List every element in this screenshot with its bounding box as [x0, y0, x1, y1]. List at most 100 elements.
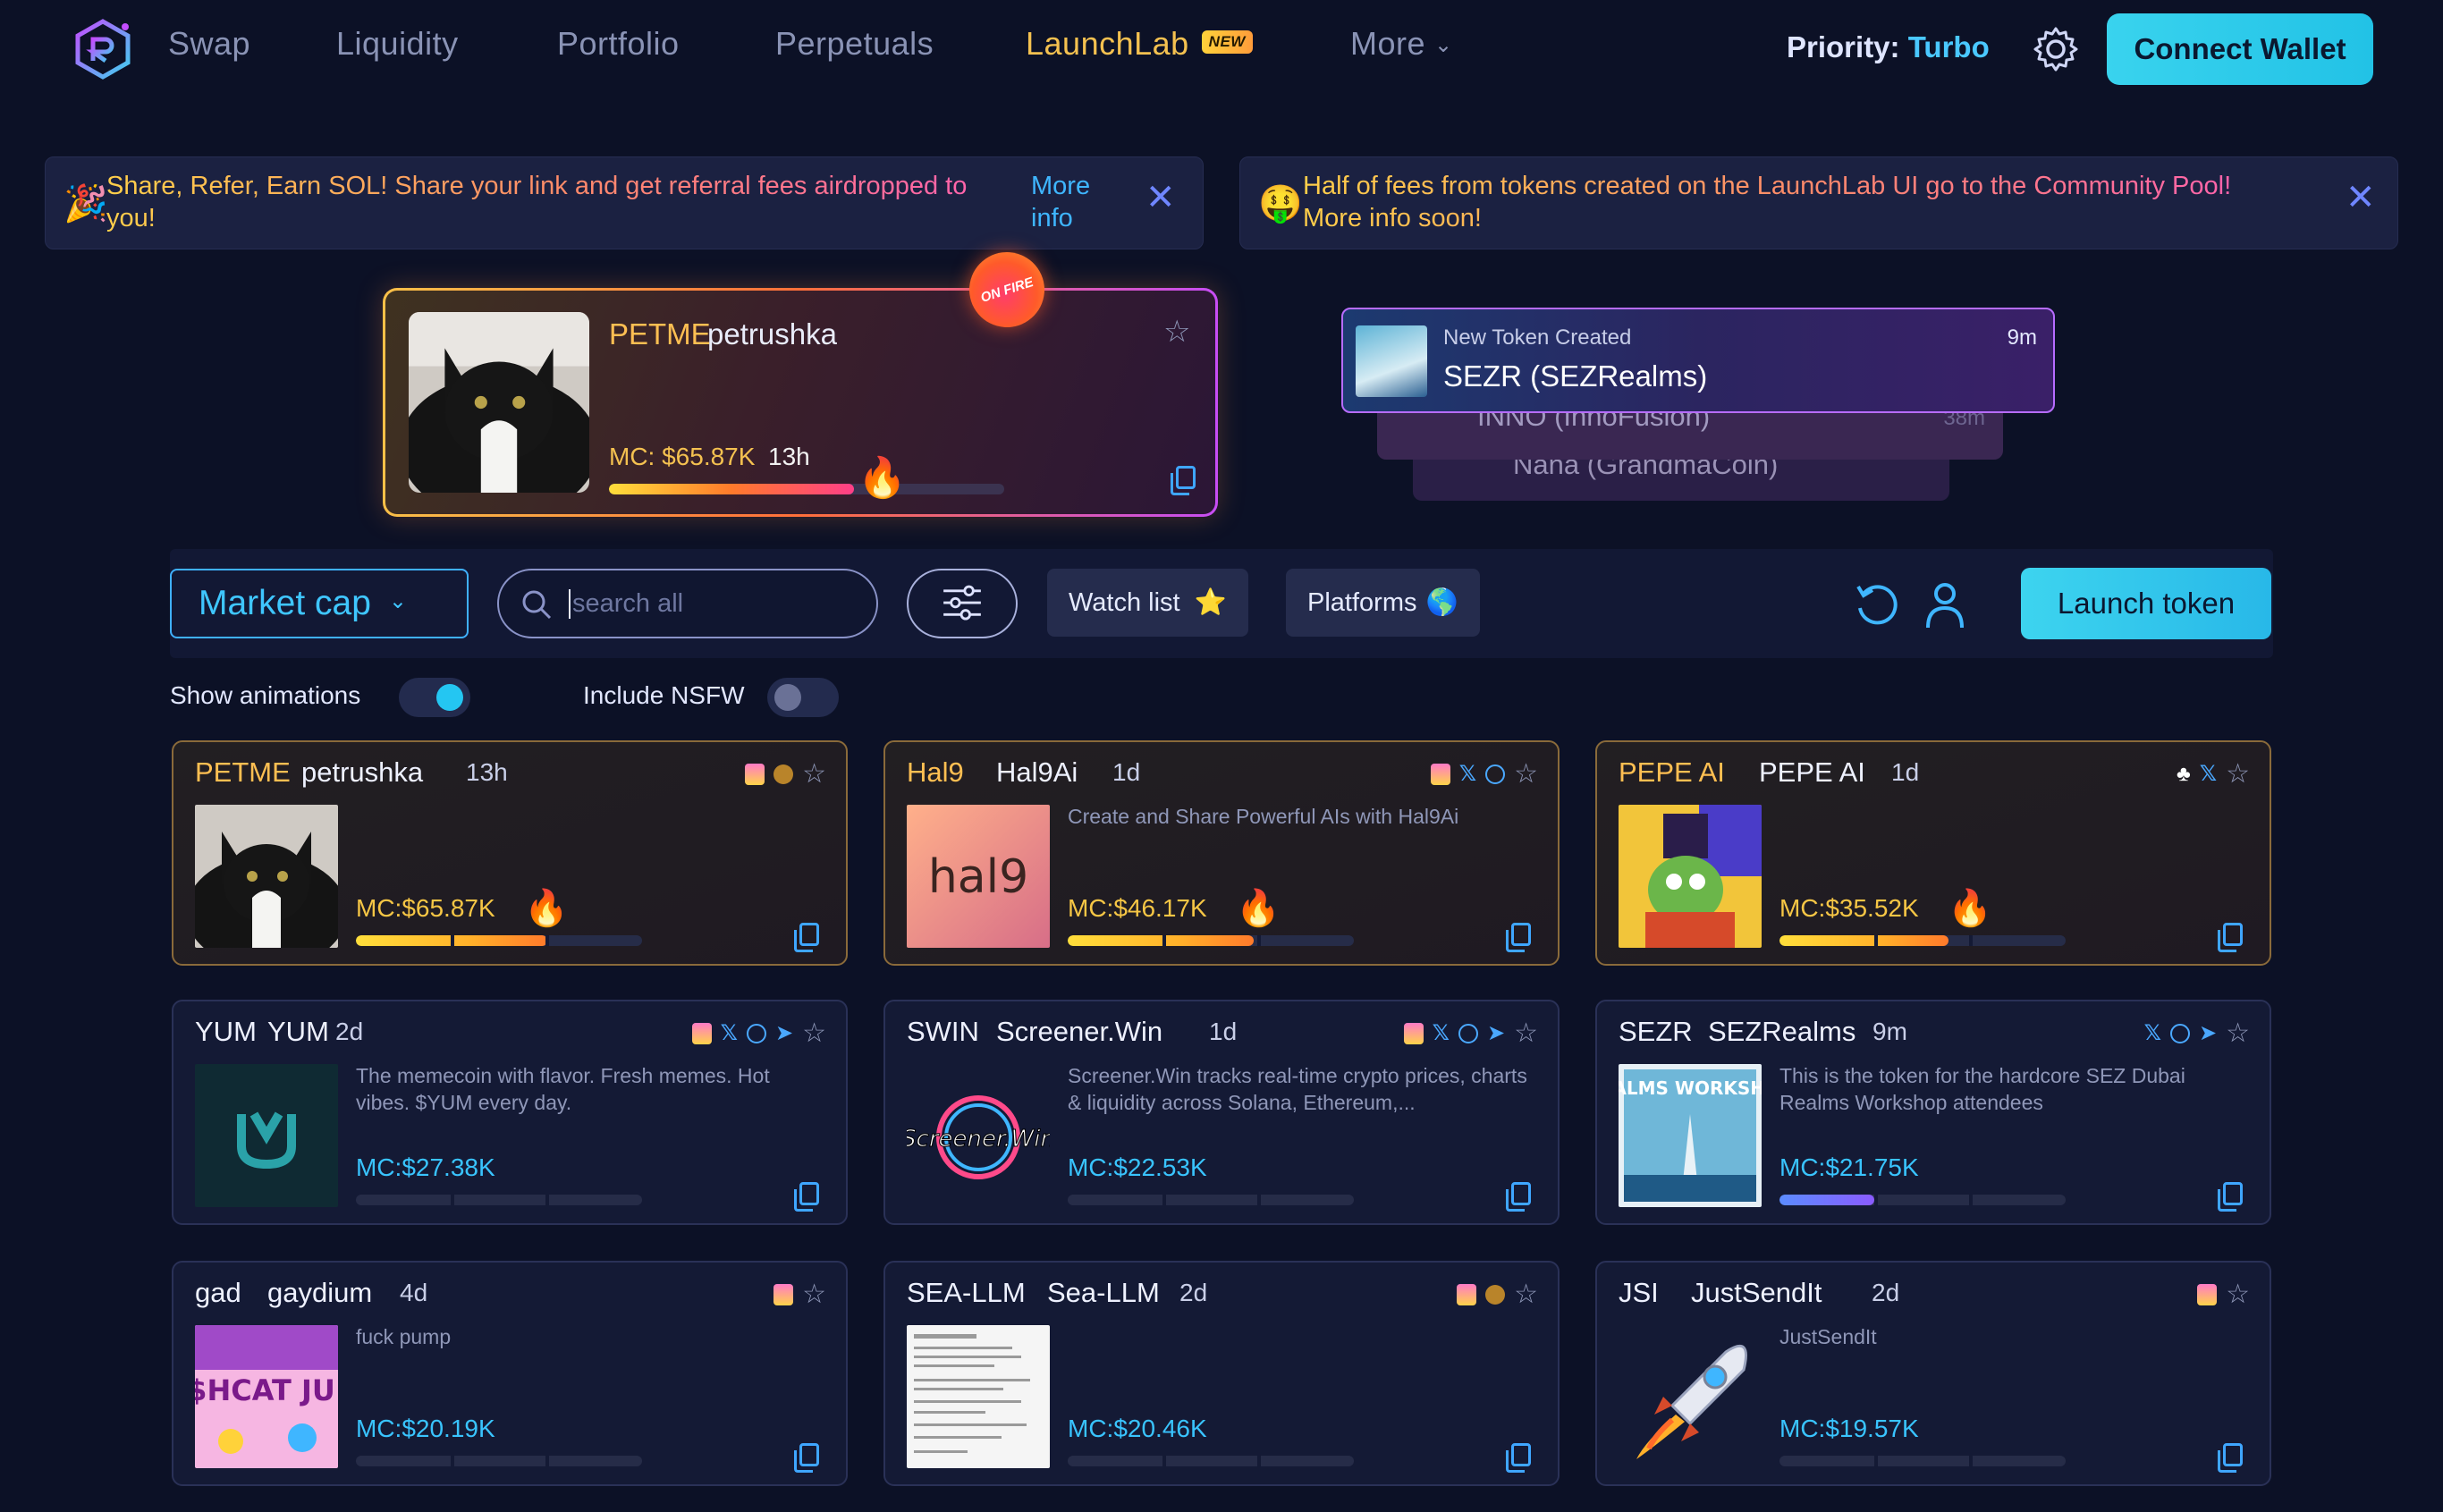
social-links: ☆	[773, 1279, 826, 1310]
pump-icon[interactable]	[1457, 1283, 1477, 1305]
card-name: JustSendIt	[1691, 1277, 1822, 1308]
community-banner-line1: Half of fees from tokens created on the …	[1303, 172, 2232, 200]
launch-token-button[interactable]: Launch token	[2021, 568, 2271, 639]
copy-icon[interactable]	[1171, 466, 1196, 495]
website-icon[interactable]	[1458, 1023, 1478, 1043]
copy-icon[interactable]	[2218, 1182, 2243, 1212]
close-icon[interactable]: ✕	[2346, 177, 2376, 218]
star-icon[interactable]: ☆	[1514, 1018, 1538, 1049]
star-icon[interactable]: ☆	[2226, 1018, 2250, 1049]
close-icon[interactable]: ✕	[1145, 177, 1176, 218]
show-animations-label: Show animations	[170, 681, 361, 709]
copy-icon[interactable]	[1506, 1182, 1531, 1212]
search-input[interactable]: search all	[497, 569, 878, 638]
connect-wallet-button[interactable]: Connect Wallet	[2107, 13, 2373, 85]
copy-icon[interactable]	[2218, 1443, 2243, 1473]
priority-selector[interactable]: Priority: Turbo	[1787, 30, 1990, 64]
pump-icon[interactable]	[773, 1283, 794, 1305]
website-icon[interactable]	[746, 1023, 766, 1043]
card-ticker: PETME	[195, 756, 291, 788]
star-icon[interactable]: ☆	[1514, 758, 1538, 790]
x-twitter-icon[interactable]: 𝕏	[721, 1020, 738, 1046]
flame-icon: 🔥	[1236, 889, 1281, 928]
token-image	[409, 312, 589, 493]
token-card[interactable]: PETME petrushka 13h ☆ MC:$65.87K 🔥	[172, 740, 848, 966]
gear-icon[interactable]	[2032, 25, 2080, 73]
star-icon[interactable]: ☆	[802, 1018, 826, 1049]
star-icon[interactable]: ☆	[1514, 1279, 1538, 1310]
user-icon[interactable]	[1923, 578, 1967, 631]
token-card[interactable]: Hal9 Hal9Ai 1d 𝕏 ☆ hal9 Create and Share …	[883, 740, 1560, 966]
filter-button[interactable]	[907, 569, 1018, 638]
feed-current-name: SEZR (SEZRealms)	[1443, 359, 1708, 393]
card-name: petrushka	[301, 756, 424, 788]
star-icon[interactable]: ☆	[1163, 314, 1190, 350]
pump-icon[interactable]	[2197, 1283, 2218, 1305]
token-card[interactable]: SEZR SEZRealms 9m 𝕏 ➤ ☆ REALMS WORKSHOP Th…	[1595, 1000, 2271, 1225]
token-card[interactable]: JSI JustSendIt 2d ☆ JustSendIt MC:$19.57…	[1595, 1261, 2271, 1486]
x-twitter-icon[interactable]: 𝕏	[1459, 761, 1476, 787]
copy-icon[interactable]	[1506, 1443, 1531, 1473]
token-card[interactable]: gad gaydium 4d ☆ $HCAT JU fuck pump MC:$…	[172, 1261, 848, 1486]
pump-icon[interactable]	[691, 1022, 712, 1044]
copy-icon[interactable]	[2218, 923, 2243, 952]
bar-separator	[1257, 935, 1261, 946]
include-nsfw-toggle[interactable]	[767, 678, 839, 717]
gad-image-text: $HCAT JU	[195, 1373, 335, 1407]
nav-portfolio[interactable]: Portfolio	[557, 25, 680, 63]
referral-banner-line1: Share, Refer, Earn SOL! Share your link …	[106, 172, 968, 200]
copy-icon[interactable]	[1506, 923, 1531, 952]
copy-icon[interactable]	[794, 1443, 819, 1473]
nav-perpetuals[interactable]: Perpetuals	[775, 25, 934, 63]
feed-current-age: 9m	[2007, 325, 2037, 350]
nav-more[interactable]: More ⌄	[1350, 25, 1453, 63]
token-card[interactable]: SWIN Screener.Win 1d 𝕏 ➤ ☆ Screener.Win Sc…	[883, 1000, 1560, 1225]
new-token-created-card[interactable]: New Token Created SEZR (SEZRealms) 9m	[1341, 308, 2055, 413]
star-icon[interactable]: ☆	[802, 1279, 826, 1310]
show-animations-toggle[interactable]	[399, 678, 470, 717]
raydium-logo-icon[interactable]	[72, 18, 134, 80]
pump-icon[interactable]	[1430, 763, 1450, 785]
coin-icon[interactable]	[1485, 1284, 1506, 1305]
telegram-icon[interactable]: ➤	[2199, 1020, 2217, 1046]
star-icon[interactable]: ☆	[2226, 758, 2250, 790]
clover-icon[interactable]: ♣	[2177, 762, 2191, 787]
card-age: 4d	[400, 1279, 428, 1306]
token-card[interactable]: YUM YUM 2d 𝕏 ➤ ☆ The memecoin with flavor.…	[172, 1000, 848, 1225]
x-twitter-icon[interactable]: 𝕏	[2200, 761, 2217, 787]
star-icon[interactable]: ☆	[2226, 1279, 2250, 1310]
card-name: gaydium	[267, 1277, 373, 1308]
nav-launchlab[interactable]: LaunchLab NEW	[1026, 25, 1253, 63]
bonding-progress-fill	[1779, 935, 1948, 946]
nav-liquidity[interactable]: Liquidity	[336, 25, 459, 63]
card-description: The memecoin with flavor. Fresh memes. H…	[356, 1064, 770, 1114]
sort-select[interactable]: Market cap ⌄	[170, 569, 469, 638]
card-market-cap: MC:$22.53K	[1068, 1153, 1207, 1181]
featured-token-card[interactable]: PETME petrushka ☆ MC: $65.87K 13h 🔥	[383, 288, 1218, 517]
more-info-link[interactable]: More info	[1031, 170, 1103, 234]
card-ticker: SEZR	[1619, 1016, 1693, 1047]
website-icon[interactable]	[1485, 764, 1506, 784]
token-card[interactable]: PEPE AI PEPE AI 1d ♣ 𝕏 ☆ MC:$35.52K 🔥	[1595, 740, 2271, 966]
watchlist-button[interactable]: Watch list ⭐	[1047, 569, 1248, 637]
card-ticker: JSI	[1619, 1277, 1659, 1308]
pump-icon[interactable]	[745, 763, 765, 785]
pump-icon[interactable]	[1403, 1022, 1424, 1044]
nav-swap[interactable]: Swap	[168, 25, 250, 63]
telegram-icon[interactable]: ➤	[775, 1020, 793, 1046]
copy-icon[interactable]	[794, 923, 819, 952]
card-age: 1d	[1209, 1018, 1238, 1045]
platforms-button[interactable]: Platforms 🌎	[1286, 569, 1480, 637]
star-icon[interactable]: ☆	[802, 758, 826, 790]
token-card[interactable]: SEA-LLM Sea-LLM 2d ☆ MC:$20.46K	[883, 1261, 1560, 1486]
x-twitter-icon[interactable]: 𝕏	[2144, 1020, 2161, 1046]
website-icon[interactable]	[2169, 1023, 2190, 1043]
card-name: PEPE AI	[1759, 756, 1865, 788]
coin-icon[interactable]	[773, 764, 794, 784]
search-icon	[522, 590, 552, 620]
bar-separator	[1969, 1195, 1973, 1205]
refresh-icon[interactable]	[1851, 578, 1905, 631]
x-twitter-icon[interactable]: 𝕏	[1433, 1020, 1450, 1046]
telegram-icon[interactable]: ➤	[1487, 1020, 1505, 1046]
copy-icon[interactable]	[794, 1182, 819, 1212]
